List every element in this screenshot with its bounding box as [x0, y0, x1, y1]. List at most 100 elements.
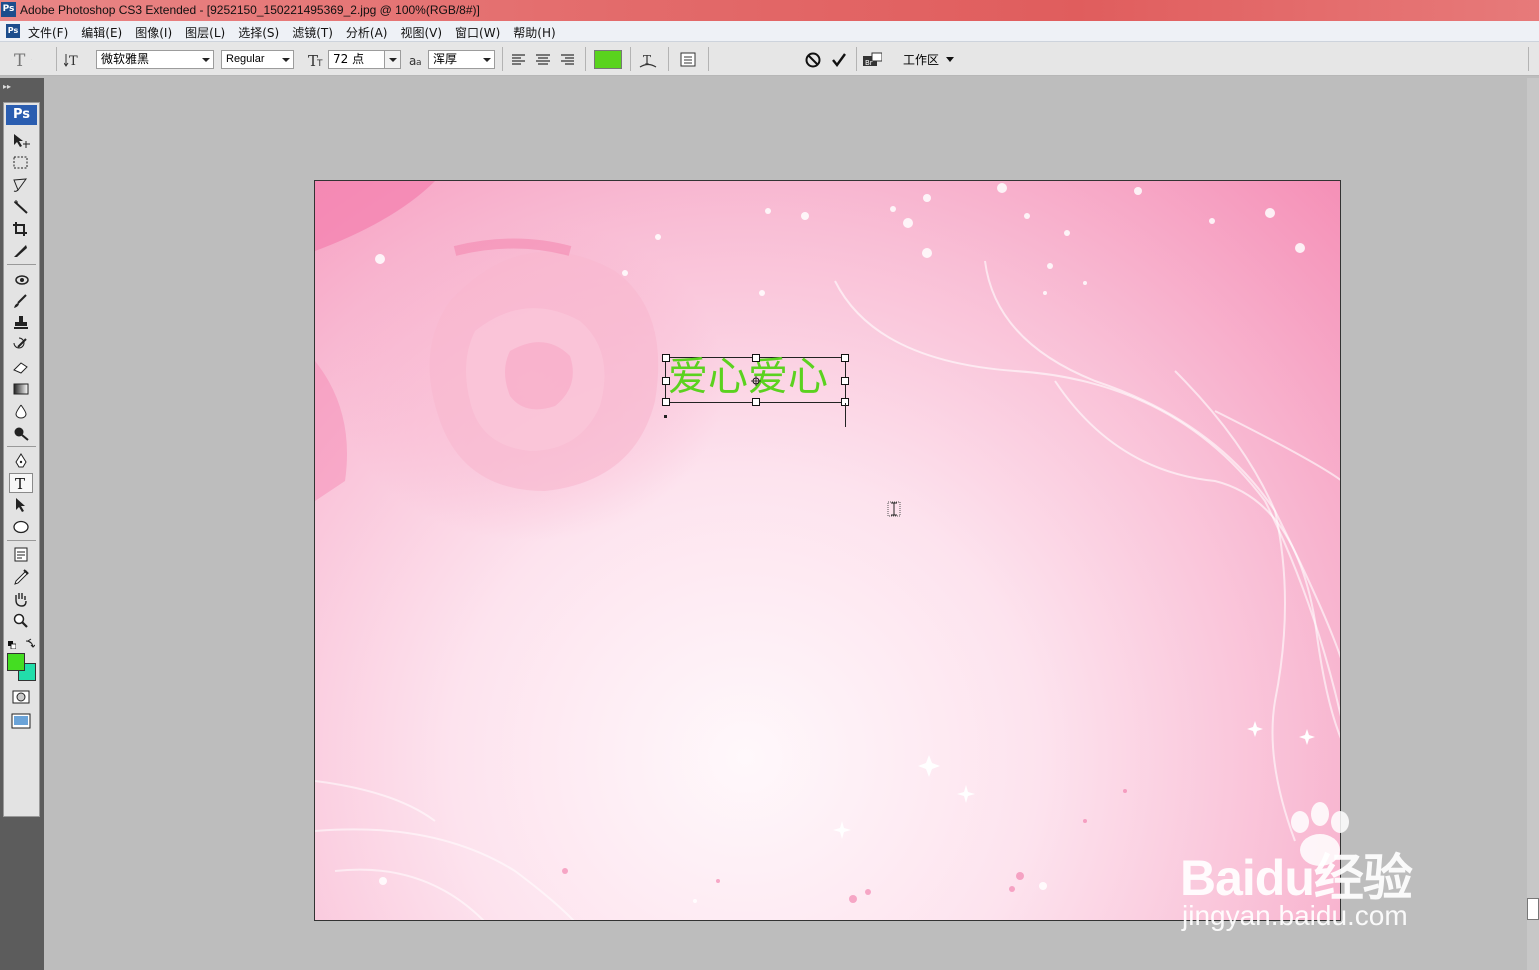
eyedropper-tool[interactable]	[9, 567, 33, 587]
zoom-tool[interactable]	[9, 611, 33, 631]
svg-text:T: T	[15, 475, 25, 491]
align-right-button[interactable]	[557, 50, 577, 70]
text-bounding-box[interactable]: 爱心爱心	[662, 354, 849, 406]
spot-healing-tool[interactable]	[9, 269, 33, 289]
default-colors-icon[interactable]	[8, 638, 17, 650]
pen-tool[interactable]	[9, 451, 33, 471]
resize-handle[interactable]	[662, 377, 670, 385]
quick-mask-button[interactable]	[9, 687, 33, 707]
resize-handle[interactable]	[662, 398, 670, 406]
bridge-button[interactable]: Br	[862, 50, 882, 70]
slice-tool[interactable]	[9, 241, 33, 261]
move-tool[interactable]	[9, 131, 33, 151]
resize-handle[interactable]	[752, 354, 760, 362]
zoom-icon	[13, 613, 28, 628]
hand-tool[interactable]	[9, 589, 33, 609]
lasso-tool[interactable]	[9, 175, 33, 195]
cancel-icon	[805, 52, 821, 68]
menu-analysis[interactable]: 分析(A)	[346, 24, 394, 41]
text-color-swatch[interactable]	[594, 50, 622, 69]
shape-tool[interactable]	[9, 517, 33, 537]
photoshop-icon: Ps	[1, 2, 16, 17]
window-title: Adobe Photoshop CS3 Extended - [9252150_…	[20, 3, 480, 17]
text-layer-content[interactable]: 爱心爱心	[668, 354, 828, 400]
dodge-icon	[14, 427, 29, 441]
collapse-panel-icon[interactable]: ▸▸	[3, 82, 11, 91]
dodge-tool[interactable]	[9, 423, 33, 443]
menu-window[interactable]: 窗口(W)	[455, 24, 506, 41]
warp-text-button[interactable]: T	[638, 50, 658, 70]
font-style-select[interactable]: Regular	[221, 50, 294, 69]
crop-tool[interactable]	[9, 219, 33, 239]
font-size-input[interactable]: 72 点	[328, 50, 401, 69]
gradient-icon	[13, 383, 29, 395]
notes-tool[interactable]	[9, 545, 33, 565]
svg-text:T: T	[316, 59, 323, 69]
healing-brush-icon	[15, 275, 29, 285]
watermark-url: jingyan.baidu.com	[1182, 900, 1408, 931]
align-left-button[interactable]	[509, 50, 529, 70]
panel-dock-strip	[1527, 78, 1539, 970]
eraser-tool[interactable]	[9, 357, 33, 377]
commit-edits-button[interactable]	[829, 50, 849, 70]
cancel-edits-button[interactable]	[803, 50, 823, 70]
path-selection-icon	[16, 498, 25, 512]
menu-image[interactable]: 图像(I)	[135, 24, 178, 41]
resize-handle[interactable]	[662, 354, 670, 362]
toggle-text-orientation-button[interactable]: T	[63, 50, 83, 70]
blur-tool[interactable]	[9, 401, 33, 421]
blur-drop-icon	[15, 404, 27, 419]
menu-filter[interactable]: 滤镜(T)	[292, 24, 339, 41]
history-brush-tool[interactable]	[9, 335, 33, 355]
svg-text:T: T	[69, 54, 78, 69]
screen-mode-button[interactable]	[9, 711, 33, 731]
warp-text-icon: T	[639, 53, 657, 68]
gradient-tool[interactable]	[9, 379, 33, 399]
clone-stamp-tool[interactable]	[9, 313, 33, 333]
tool-preset-picker[interactable]: T	[12, 50, 32, 70]
menu-layer[interactable]: 图层(L)	[185, 24, 231, 41]
menu-file[interactable]: 文件(F)	[28, 24, 74, 41]
workspace-menu[interactable]: 工作区	[903, 51, 954, 68]
eyedropper-icon	[14, 569, 29, 585]
panel-toggle-icon[interactable]	[1527, 898, 1539, 920]
note-icon	[14, 547, 28, 562]
hand-icon	[15, 593, 27, 607]
align-center-button[interactable]	[533, 50, 553, 70]
toggle-character-panel-button[interactable]	[678, 50, 698, 70]
antialias-select[interactable]: 浑厚	[428, 50, 495, 69]
brush-tool[interactable]	[9, 291, 33, 311]
menu-help[interactable]: 帮助(H)	[513, 24, 561, 41]
font-family-select[interactable]: 微软雅黑	[96, 50, 214, 69]
baseline-marker	[664, 415, 667, 418]
eraser-icon	[13, 362, 28, 374]
type-tool-icon: T	[14, 51, 32, 69]
svg-text:Br: Br	[865, 59, 873, 67]
workspace-label: 工作区	[903, 53, 940, 67]
title-bar: Ps Adobe Photoshop CS3 Extended - [92521…	[0, 0, 1539, 21]
menu-edit[interactable]: 编辑(E)	[81, 24, 128, 41]
chevron-down-icon	[389, 58, 397, 62]
path-selection-tool[interactable]	[9, 495, 33, 515]
swap-colors-icon[interactable]	[25, 637, 36, 648]
reference-point-icon	[751, 375, 761, 386]
marquee-tool[interactable]	[9, 153, 33, 173]
app-menu-icon[interactable]: Ps	[6, 24, 20, 38]
menu-select[interactable]: 选择(S)	[238, 24, 285, 41]
magic-wand-tool[interactable]	[9, 197, 33, 217]
move-icon	[14, 134, 30, 148]
chevron-down-icon	[945, 57, 954, 62]
bridge-icon: Br	[863, 52, 882, 67]
resize-handle[interactable]	[752, 398, 760, 406]
font-size-value: 72 点	[333, 52, 365, 66]
foreground-color-swatch[interactable]	[7, 653, 25, 671]
resize-handle[interactable]	[841, 377, 849, 385]
resize-handle[interactable]	[841, 354, 849, 362]
chevron-down-icon	[202, 58, 210, 62]
type-icon: T	[15, 475, 25, 491]
checkmark-icon	[832, 53, 846, 67]
font-style-value: Regular	[226, 53, 265, 65]
ps-logo: Ps	[6, 105, 37, 125]
menu-view[interactable]: 视图(V)	[400, 24, 448, 41]
type-tool[interactable]: T	[9, 473, 33, 493]
